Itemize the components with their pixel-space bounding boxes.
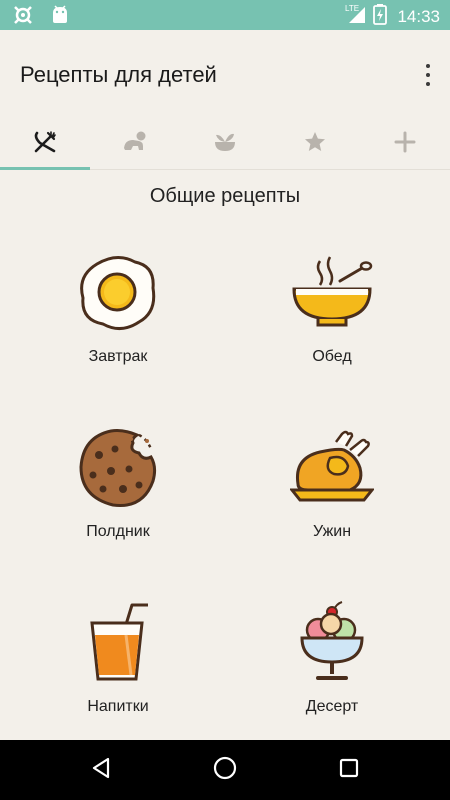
baby-crawl-icon bbox=[121, 130, 149, 159]
status-bar: LTE 14:33 bbox=[0, 0, 450, 30]
notification-app-icon bbox=[12, 4, 34, 31]
plus-icon bbox=[393, 130, 417, 159]
overflow-dot-icon bbox=[426, 82, 430, 86]
ice-cream-icon bbox=[296, 600, 368, 691]
category-label: Напитки bbox=[87, 698, 149, 715]
section-title: Общие рецепты bbox=[149, 185, 301, 207]
home-circle-icon bbox=[212, 755, 238, 786]
category-label: Ужин bbox=[312, 523, 352, 540]
fork-knife-icon bbox=[32, 129, 58, 160]
cookie-icon bbox=[77, 427, 159, 514]
category-dessert[interactable]: Десерт bbox=[232, 600, 432, 730]
tab-bar bbox=[0, 118, 450, 170]
category-dinner[interactable]: Ужин bbox=[232, 425, 432, 555]
app-title: Рецепты для детей bbox=[20, 62, 217, 87]
overflow-menu-button[interactable] bbox=[420, 62, 436, 88]
tab-recipes[interactable] bbox=[0, 118, 90, 170]
system-nav-bar bbox=[0, 740, 450, 800]
category-label: Завтрак bbox=[88, 348, 148, 365]
sprout-bowl-icon bbox=[212, 130, 238, 159]
category-label: Обед bbox=[312, 348, 352, 365]
tab-favorites[interactable] bbox=[270, 118, 360, 170]
roast-chicken-icon bbox=[288, 428, 376, 513]
overflow-dot-icon bbox=[426, 64, 430, 68]
lte-signal-icon: LTE bbox=[345, 3, 367, 30]
tab-baby[interactable] bbox=[90, 118, 180, 170]
soup-bowl-icon bbox=[290, 253, 374, 338]
category-lunch[interactable]: Обед bbox=[232, 250, 432, 380]
category-snack[interactable]: Полдник bbox=[18, 425, 218, 555]
tab-add[interactable] bbox=[360, 118, 450, 170]
tab-healthy[interactable] bbox=[180, 118, 270, 170]
star-icon bbox=[303, 130, 327, 159]
category-label: Полдник bbox=[86, 523, 150, 540]
category-breakfast[interactable]: Завтрак bbox=[18, 250, 218, 380]
clock: 14:33 bbox=[397, 6, 440, 26]
recents-button[interactable] bbox=[334, 755, 364, 785]
back-triangle-icon bbox=[90, 756, 112, 785]
recents-square-icon bbox=[338, 757, 360, 784]
category-label: Десерт bbox=[305, 698, 359, 715]
overflow-dot-icon bbox=[426, 73, 430, 77]
network-label: LTE bbox=[345, 4, 359, 13]
home-button[interactable] bbox=[210, 755, 240, 785]
tab-indicator bbox=[0, 167, 90, 170]
juice-glass-icon bbox=[82, 601, 154, 690]
app-bar: Рецепты для детей bbox=[0, 30, 450, 118]
fried-egg-icon bbox=[77, 254, 159, 337]
back-button[interactable] bbox=[86, 755, 116, 785]
android-icon bbox=[50, 4, 70, 31]
category-drinks[interactable]: Напитки bbox=[18, 600, 218, 730]
battery-charging-icon bbox=[373, 3, 388, 30]
